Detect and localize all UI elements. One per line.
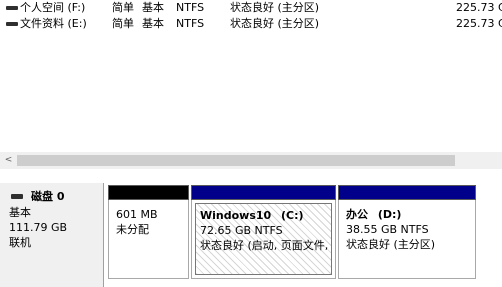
partition-name: Windows10: [200, 209, 272, 222]
partition-size: 601 MB: [116, 208, 158, 221]
partition-size: 72.65 GB NTFS: [200, 224, 283, 237]
disk-info[interactable]: 磁盘 0 基本 111.79 GB 联机: [0, 183, 104, 287]
partition-body: 办公 (D:) 38.55 GB NTFS 状态良好 (主分区): [338, 200, 476, 279]
partition-status: 未分配: [116, 223, 149, 236]
partition-body: 601 MB 未分配: [108, 200, 189, 279]
partition-name: 办公: [346, 208, 368, 221]
partition-status: 状态良好 (启动, 页面文件, 故: [200, 239, 332, 252]
partition-d[interactable]: 办公 (D:) 38.55 GB NTFS 状态良好 (主分区): [338, 185, 476, 279]
horizontal-scrollbar[interactable]: <: [0, 152, 502, 169]
volume-status: 状态良好 (主分区): [230, 17, 320, 30]
partition-letter: (C:): [281, 209, 304, 222]
partition-letter: (D:): [377, 208, 402, 221]
partition-bar: [108, 185, 189, 200]
volume-icon: [6, 6, 18, 10]
volume-capacity: 225.73 C: [456, 1, 502, 14]
scroll-left-arrow[interactable]: <: [0, 152, 17, 169]
pane-separator[interactable]: [0, 169, 502, 183]
volume-row[interactable]: 文件资料 (E:) 简单 基本 NTFS 状态良好 (主分区) 225.73 C: [0, 16, 502, 32]
volume-name: 文件资料 (E:): [20, 17, 87, 30]
volume-capacity: 225.73 C: [456, 17, 502, 30]
scrollbar-thumb[interactable]: [17, 155, 455, 166]
disk-title: 磁盘 0: [31, 190, 65, 203]
partition-unallocated[interactable]: 601 MB 未分配: [108, 185, 189, 279]
disk-type: 基本: [9, 206, 31, 219]
volume-row[interactable]: 个人空间 (F:) 简单 基本 NTFS 状态良好 (主分区) 225.73 C: [0, 0, 502, 16]
partition-bar: [338, 185, 476, 200]
partition-bar: [191, 185, 336, 200]
disk-icon: [11, 194, 23, 199]
volume-status: 状态良好 (主分区): [230, 1, 320, 14]
partition-status: 状态良好 (主分区): [346, 238, 436, 251]
volume-list: 个人空间 (F:) 简单 基本 NTFS 状态良好 (主分区) 225.73 C…: [0, 0, 502, 152]
partition-size: 38.55 GB NTFS: [346, 223, 429, 236]
volume-type: 基本: [142, 1, 164, 14]
volume-layout: 简单: [112, 17, 134, 30]
partition-c[interactable]: Windows10 (C:) 72.65 GB NTFS 状态良好 (启动, 页…: [191, 185, 336, 279]
disk-size: 111.79 GB: [9, 221, 68, 234]
volume-name: 个人空间 (F:): [20, 1, 86, 14]
volume-filesystem: NTFS: [176, 17, 205, 30]
volume-icon: [6, 22, 18, 26]
volume-layout: 简单: [112, 1, 134, 14]
disk-map: 磁盘 0 基本 111.79 GB 联机 601 MB 未分配 Windows1…: [0, 183, 502, 287]
volume-type: 基本: [142, 17, 164, 30]
volume-filesystem: NTFS: [176, 1, 205, 14]
disk-status: 联机: [9, 236, 31, 249]
partition-body: Windows10 (C:) 72.65 GB NTFS 状态良好 (启动, 页…: [191, 200, 336, 279]
